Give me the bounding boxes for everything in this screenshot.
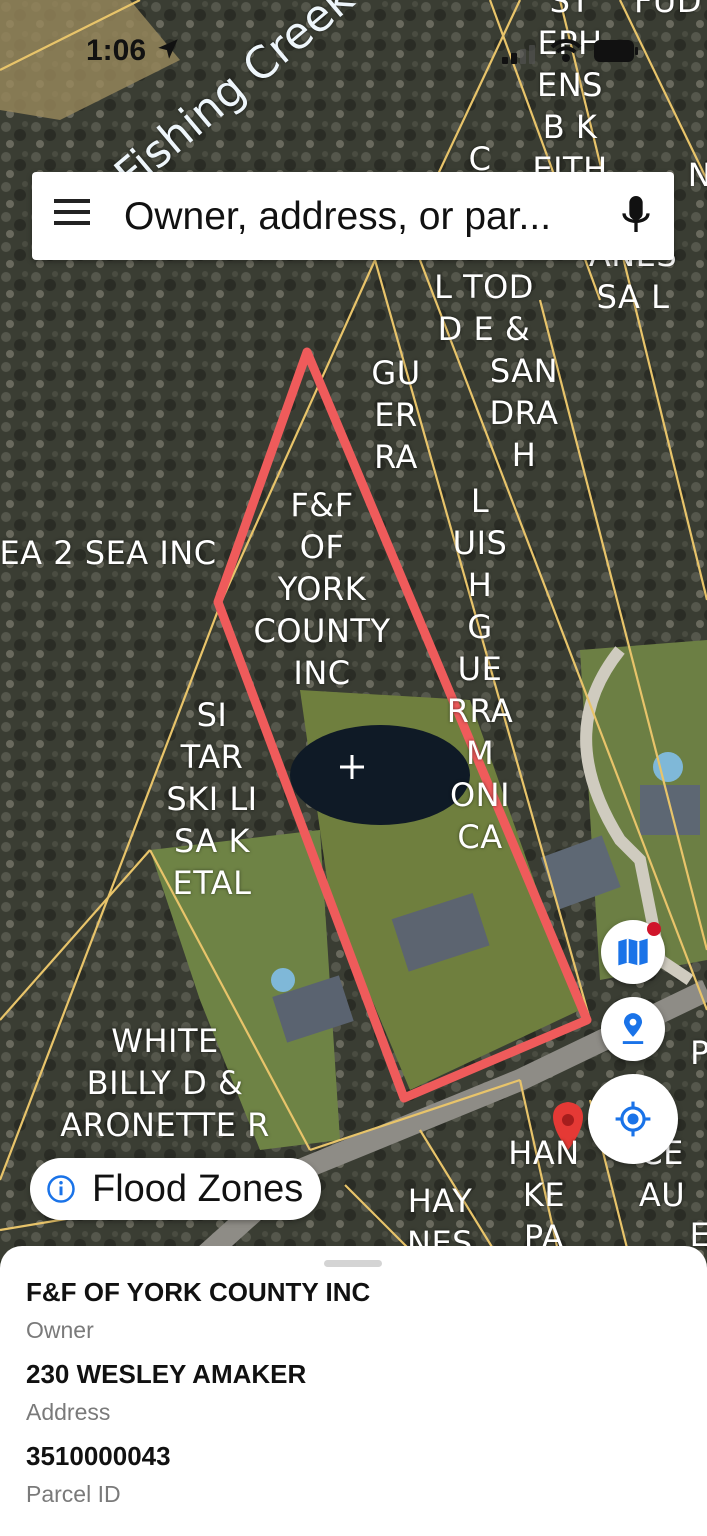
- crosshair-icon: [615, 1101, 651, 1137]
- search-input[interactable]: [122, 188, 596, 246]
- owner-label: GU ER RA: [371, 354, 421, 476]
- parcel-owner-label: F&F OF YORK COUNTY INC: [253, 486, 391, 692]
- sheet-drag-handle[interactable]: [324, 1260, 382, 1267]
- wifi-icon: [550, 39, 582, 62]
- owner-label: EA 2 SEA INC: [0, 534, 217, 572]
- owner-label: SAN DRA H: [489, 352, 559, 474]
- parcel-id-value: 3510000043: [26, 1441, 171, 1471]
- map-layers-button[interactable]: [601, 920, 665, 984]
- microphone-icon[interactable]: [620, 194, 652, 238]
- owner-label: WHITE BILLY D & ARONETTE R: [60, 1022, 270, 1144]
- status-time: 1:06: [86, 34, 147, 67]
- owner-label: L TOD D E &: [434, 268, 534, 348]
- drop-pin-button[interactable]: [601, 997, 665, 1061]
- status-bar: 1:06: [0, 30, 707, 74]
- my-location-button[interactable]: [588, 1074, 678, 1164]
- search-bar: [32, 172, 674, 260]
- owner-label: SI TAR SKI LI SA K ETAL: [166, 696, 258, 902]
- battery-icon: [594, 40, 638, 62]
- map-icon: [618, 938, 648, 966]
- owner-caption: Owner: [26, 1317, 94, 1343]
- flood-zones-label: Flood Zones: [92, 1167, 304, 1210]
- parcel-id-caption: Parcel ID: [26, 1481, 121, 1507]
- address-value: 230 WESLEY AMAKER: [26, 1359, 307, 1389]
- hamburger-menu-icon[interactable]: [54, 199, 90, 233]
- location-arrow-icon: [158, 39, 178, 59]
- cellular-signal-icon: [502, 45, 535, 64]
- parcel-details-sheet: F&F OF YORK COUNTY INC Owner 230 WESLEY …: [0, 1246, 707, 1536]
- notification-dot: [647, 922, 661, 936]
- owner-label: N: [687, 156, 707, 194]
- owner-label: P: [690, 1034, 707, 1072]
- owner-label: FUD: [634, 0, 702, 20]
- owner-label: L UIS H G UE RRA M ONI CA: [446, 482, 514, 856]
- address-caption: Address: [26, 1399, 111, 1425]
- location-pin-icon: [622, 1013, 644, 1045]
- owner-label: HAN KE PA: [508, 1134, 580, 1256]
- flood-zones-button[interactable]: Flood Zones: [30, 1158, 322, 1220]
- info-icon: [47, 1175, 75, 1203]
- owner-value: F&F OF YORK COUNTY INC: [26, 1277, 371, 1307]
- owner-label: ST EPH ENS B K EITH: [532, 0, 608, 188]
